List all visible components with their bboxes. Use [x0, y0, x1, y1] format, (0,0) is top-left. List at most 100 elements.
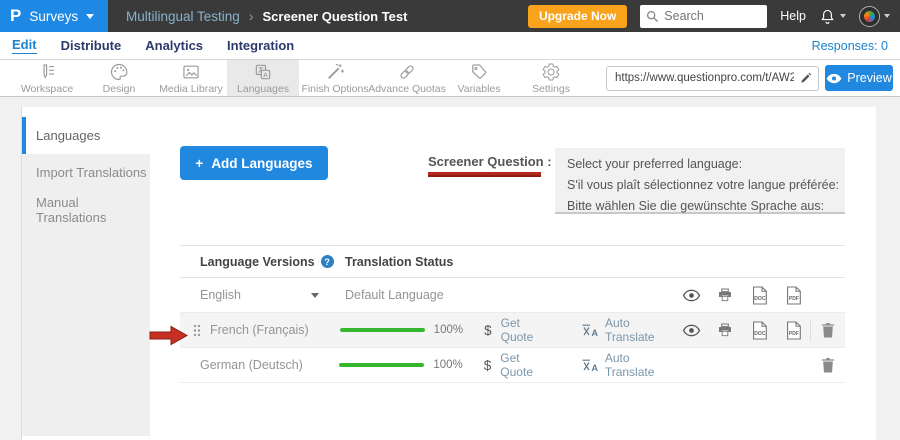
screener-question-preview: Select your preferred language: S'il vou… — [555, 148, 845, 214]
preview-eye-icon[interactable] — [674, 289, 708, 302]
breadcrumb-survey-name[interactable]: Multilingual Testing — [126, 9, 240, 24]
screener-line-de: Bitte wählen Sie die gewünschte Sprache … — [567, 196, 833, 217]
export-pdf-icon[interactable]: PDF — [776, 286, 810, 305]
sidebar-item-manual-translations[interactable]: Manual Translations — [22, 191, 150, 228]
nav-distribute[interactable]: Distribute — [61, 38, 122, 53]
search-input[interactable] — [640, 5, 767, 28]
print-icon[interactable] — [708, 322, 742, 338]
svg-text:PDF: PDF — [788, 331, 798, 337]
survey-url-input[interactable] — [606, 66, 819, 91]
header-language-versions: Language Versions — [200, 255, 315, 269]
tool-advance-quotas[interactable]: Advance Quotas — [371, 60, 443, 96]
help-link[interactable]: Help — [780, 9, 806, 23]
screener-line-fr: S'il vous plaît sélectionnez votre langu… — [567, 175, 833, 196]
delete-trash-icon[interactable] — [811, 322, 845, 338]
svg-text:PDF: PDF — [788, 296, 798, 302]
nav-edit[interactable]: Edit — [12, 37, 37, 54]
bell-icon — [819, 8, 836, 25]
preview-eye-icon[interactable] — [674, 324, 708, 337]
plus-icon: + — [195, 156, 203, 171]
survey-url-box — [606, 66, 819, 91]
translate-icon[interactable]: A — [581, 323, 598, 337]
translate-icon[interactable]: A — [581, 358, 598, 372]
svg-text:A: A — [263, 72, 268, 79]
red-arrow-annotation — [149, 325, 189, 346]
account-menu[interactable] — [859, 6, 890, 27]
languages-sidebar: Languages Import Translations Manual Tra… — [22, 117, 150, 436]
tool-finish-options[interactable]: Finish Options — [299, 60, 371, 96]
finish-options-wand-icon — [325, 62, 345, 82]
brand-logo-block[interactable]: P Surveys — [0, 0, 108, 32]
language-versions-table: Language Versions ? Translation Status E… — [180, 245, 845, 383]
edit-toolbar: Workspace Design Media Library A Languag… — [0, 60, 900, 97]
default-language-label: Default Language — [345, 288, 444, 302]
language-dropdown-caret[interactable] — [311, 293, 319, 298]
design-palette-icon — [109, 62, 129, 82]
workspace-icon — [37, 62, 57, 82]
svg-text:DOC: DOC — [754, 296, 766, 302]
tool-variables[interactable]: Variables — [443, 60, 515, 96]
delete-trash-icon[interactable] — [811, 357, 845, 373]
table-row-german: German (Deutsch) 100% $ Get Quote A Auto… — [180, 348, 845, 383]
auto-translate-link[interactable]: Auto Translate — [605, 351, 674, 379]
edit-url-pencil-icon[interactable] — [799, 71, 813, 85]
export-doc-icon[interactable]: DOC — [742, 321, 776, 340]
breadcrumb: Multilingual Testing › Screener Question… — [126, 8, 407, 24]
red-underline-annotation — [428, 172, 541, 177]
preview-button[interactable]: Preview — [825, 65, 893, 91]
language-name: German (Deutsch) — [200, 358, 303, 372]
export-doc-icon[interactable]: DOC — [742, 286, 776, 305]
chevron-down-icon — [86, 14, 94, 19]
print-icon[interactable] — [708, 287, 742, 303]
dollar-icon[interactable]: $ — [484, 358, 492, 373]
search-box — [640, 5, 767, 28]
advance-quotas-link-icon — [397, 62, 417, 82]
auto-translate-link[interactable]: Auto Translate — [605, 316, 674, 344]
breadcrumb-separator: › — [249, 8, 254, 24]
top-header: P Surveys Multilingual Testing › Screene… — [0, 0, 900, 32]
nav-integration[interactable]: Integration — [227, 38, 294, 53]
tool-design[interactable]: Design — [83, 60, 155, 96]
languages-icon: A — [253, 62, 273, 82]
screener-line-en: Select your preferred language: — [567, 154, 833, 175]
tool-workspace[interactable]: Workspace — [11, 60, 83, 96]
sidebar-item-import-translations[interactable]: Import Translations — [22, 154, 150, 191]
product-switcher-label: Surveys — [29, 9, 78, 24]
tool-settings[interactable]: Settings — [515, 60, 587, 96]
responses-count[interactable]: Responses: 0 — [812, 39, 888, 53]
export-pdf-icon[interactable]: PDF — [776, 321, 810, 340]
svg-text:A: A — [591, 363, 598, 372]
nav-analytics[interactable]: Analytics — [145, 38, 203, 53]
table-header-row: Language Versions ? Translation Status — [180, 245, 845, 278]
tool-media-library[interactable]: Media Library — [155, 60, 227, 96]
breadcrumb-page-name: Screener Question Test — [263, 9, 408, 24]
notifications-menu[interactable] — [819, 8, 846, 25]
add-languages-button[interactable]: + Add Languages — [180, 146, 328, 180]
progress-percent: 100% — [434, 324, 463, 336]
table-row-english: English Default Language DOC PDF — [180, 278, 845, 313]
avatar — [859, 6, 880, 27]
help-question-icon[interactable]: ? — [321, 255, 334, 268]
dollar-icon[interactable]: $ — [484, 323, 492, 338]
table-row-french: French (Français) 100% $ Get Quote A Aut… — [180, 313, 845, 348]
sidebar-item-languages[interactable]: Languages — [22, 117, 150, 154]
media-library-icon — [181, 62, 201, 82]
upgrade-now-button[interactable]: Upgrade Now — [528, 5, 627, 28]
header-translation-status: Translation Status — [345, 255, 453, 269]
language-name: French (Français) — [210, 323, 309, 337]
language-name: English — [200, 288, 241, 302]
questionpro-logo-icon: P — [10, 6, 21, 26]
svg-text:A: A — [591, 328, 598, 337]
search-icon — [646, 10, 659, 23]
chevron-down-icon — [884, 14, 890, 18]
translation-progress-bar — [340, 328, 425, 332]
preview-eye-icon — [826, 73, 842, 84]
svg-text:DOC: DOC — [754, 331, 766, 337]
variables-tag-icon — [469, 62, 489, 82]
get-quote-link[interactable]: Get Quote — [500, 351, 550, 379]
get-quote-link[interactable]: Get Quote — [501, 316, 550, 344]
screener-question-label: Screener Question : — [428, 154, 552, 169]
content-area: Languages Import Translations Manual Tra… — [0, 97, 900, 440]
progress-percent: 100% — [433, 359, 462, 371]
tool-languages[interactable]: A Languages — [227, 60, 299, 96]
